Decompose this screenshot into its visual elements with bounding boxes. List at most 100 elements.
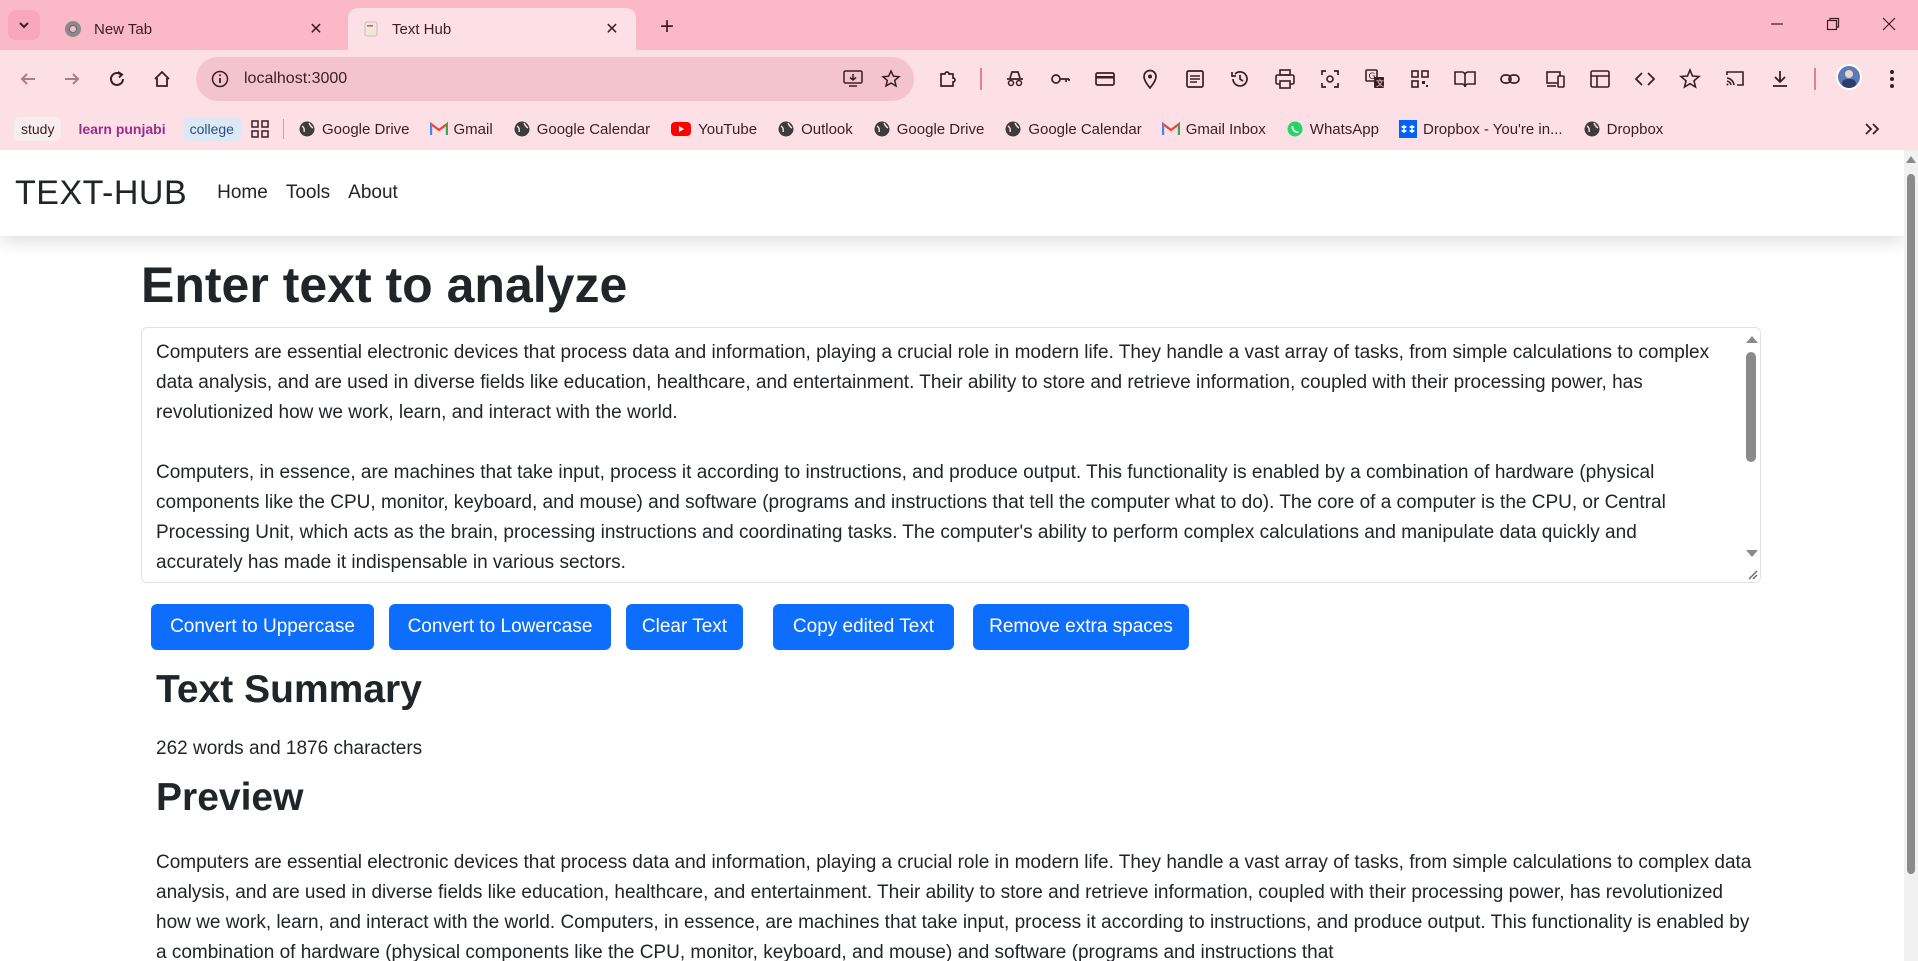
bookmark-gmail[interactable]: Gmail	[429, 120, 493, 138]
bookmark-label: Dropbox - You're in...	[1422, 120, 1563, 138]
scrollbar-thumb[interactable]	[1907, 174, 1915, 874]
textarea-paragraph: Computers are essential electronic devic…	[156, 342, 1710, 423]
copy-edited-text-button[interactable]: Copy edited Text	[773, 604, 954, 650]
page-favicon-icon	[362, 20, 380, 38]
bookmark-dropbox[interactable]: Dropbox	[1583, 120, 1663, 138]
clear-text-button[interactable]: Clear Text	[626, 604, 743, 650]
credit-card-icon[interactable]	[1091, 65, 1119, 93]
bookmark-folder-learn-punjabi[interactable]: learn punjabi	[71, 117, 173, 141]
scroll-down-arrow-icon[interactable]	[1746, 550, 1758, 557]
bookmark-label: Google Calendar	[1028, 120, 1142, 138]
reload-icon[interactable]	[101, 63, 133, 95]
svg-text:文: 文	[1376, 78, 1384, 88]
nav-link-tools[interactable]: Tools	[286, 182, 330, 204]
window-close-icon[interactable]	[1866, 8, 1912, 40]
menu-kebab-icon[interactable]	[1878, 65, 1906, 93]
page-scrollbar[interactable]	[1904, 150, 1918, 961]
bookmark-dropbox-youre-in[interactable]: Dropbox - You're in...	[1398, 120, 1563, 138]
star-bookmark-icon[interactable]	[876, 64, 906, 94]
bookmark-google-drive[interactable]: Google Drive	[873, 120, 984, 138]
site-navbar: TEXT-HUB Home Tools About	[0, 150, 1904, 236]
toolbar-divider	[980, 68, 982, 90]
bookmark-google-calendar[interactable]: Google Calendar	[1004, 120, 1142, 138]
table-icon[interactable]	[1586, 65, 1614, 93]
bookmark-whatsapp[interactable]: WhatsApp	[1286, 120, 1379, 138]
nav-link-home[interactable]: Home	[217, 182, 268, 204]
favorites-star-icon[interactable]	[1676, 65, 1704, 93]
history-icon[interactable]	[1226, 65, 1254, 93]
reading-list-icon[interactable]	[1181, 65, 1209, 93]
tab-text-hub[interactable]: Text Hub ✕	[348, 8, 636, 50]
tab-search-button[interactable]	[8, 10, 40, 40]
site-info-icon[interactable]	[206, 65, 234, 93]
close-icon[interactable]: ✕	[306, 19, 326, 39]
globe-icon	[873, 120, 891, 138]
remove-extra-spaces-button[interactable]: Remove extra spaces	[973, 604, 1189, 650]
bookmark-gmail-inbox[interactable]: Gmail Inbox	[1161, 120, 1266, 138]
install-app-icon[interactable]	[838, 64, 868, 94]
incognito-icon[interactable]	[1001, 65, 1029, 93]
bookmarks-bar: study learn punjabi college Google Drive…	[0, 108, 1918, 150]
bookmark-folder-college[interactable]: college	[182, 117, 241, 141]
bookmark-google-drive[interactable]: Google Drive	[298, 120, 410, 138]
print-icon[interactable]	[1271, 65, 1299, 93]
dropbox-icon	[1398, 120, 1417, 138]
home-icon[interactable]	[146, 63, 178, 95]
download-icon[interactable]	[1766, 65, 1794, 93]
bookmarks-divider	[282, 119, 284, 139]
restore-icon[interactable]	[1810, 8, 1856, 40]
tab-title: New Tab	[94, 20, 153, 38]
more-bookmarks-chevron-icon[interactable]	[1864, 122, 1880, 136]
extensions-puzzle-icon[interactable]	[934, 65, 962, 93]
link-icon[interactable]	[1496, 65, 1524, 93]
minimize-icon[interactable]	[1754, 8, 1800, 40]
translate-icon[interactable]: G文	[1361, 65, 1389, 93]
textarea-content[interactable]: Computers are essential electronic devic…	[156, 338, 1726, 582]
brand-logo-text[interactable]: TEXT-HUB	[15, 174, 187, 213]
browser-toolbar: localhost:3000 G 文	[0, 50, 1918, 108]
screenshot-icon[interactable]	[1316, 65, 1344, 93]
globe-icon	[1004, 120, 1022, 138]
web-page: TEXT-HUB Home Tools About Enter text to …	[0, 150, 1904, 961]
preview-text: Computers are essential electronic devic…	[156, 852, 1752, 961]
location-pin-icon[interactable]	[1136, 65, 1164, 93]
textarea-scrollbar[interactable]	[1742, 328, 1760, 582]
page-title: Enter text to analyze	[141, 257, 628, 313]
cast-icon[interactable]	[1721, 65, 1749, 93]
key-icon[interactable]	[1046, 65, 1074, 93]
new-tab-plus-icon[interactable]: +	[652, 12, 682, 42]
apps-grid-icon[interactable]	[251, 120, 269, 138]
back-arrow-icon[interactable]	[12, 63, 44, 95]
qr-code-icon[interactable]	[1406, 65, 1434, 93]
word-character-count: 262 words and 1876 characters	[156, 738, 423, 759]
devices-icon[interactable]	[1541, 65, 1569, 93]
chevron-down-icon	[19, 22, 29, 29]
code-icon[interactable]	[1631, 65, 1659, 93]
url-text: localhost:3000	[244, 70, 348, 87]
nav-link-about[interactable]: About	[348, 182, 398, 204]
scrollbar-thumb[interactable]	[1746, 352, 1756, 462]
forward-arrow-icon[interactable]	[56, 63, 88, 95]
tab-new-tab[interactable]: New Tab ✕	[50, 8, 340, 50]
profile-avatar[interactable]	[1836, 64, 1862, 90]
resize-handle-icon[interactable]	[1746, 568, 1758, 580]
reading-mode-icon[interactable]	[1451, 65, 1479, 93]
text-input-area[interactable]: Computers are essential electronic devic…	[141, 327, 1761, 583]
bookmark-outlook[interactable]: Outlook	[777, 120, 853, 138]
textarea-paragraph: Computers, in essence, are machines that…	[156, 462, 1666, 573]
scroll-up-arrow-icon[interactable]	[1906, 156, 1916, 163]
convert-lowercase-button[interactable]: Convert to Lowercase	[389, 604, 611, 650]
text-summary-heading: Text Summary	[156, 668, 422, 711]
whatsapp-icon	[1286, 120, 1304, 138]
bookmark-folder-study[interactable]: study	[14, 117, 62, 141]
youtube-icon	[670, 120, 692, 138]
bookmark-google-calendar[interactable]: Google Calendar	[513, 120, 650, 138]
globe-icon	[777, 120, 795, 138]
tab-strip: New Tab ✕ Text Hub ✕ +	[0, 0, 1918, 50]
tab-title: Text Hub	[392, 20, 452, 38]
scroll-up-arrow-icon[interactable]	[1746, 336, 1758, 343]
bookmark-youtube[interactable]: YouTube	[670, 120, 757, 138]
close-icon[interactable]: ✕	[602, 19, 622, 39]
convert-uppercase-button[interactable]: Convert to Uppercase	[151, 604, 374, 650]
address-bar[interactable]: localhost:3000	[196, 57, 914, 101]
